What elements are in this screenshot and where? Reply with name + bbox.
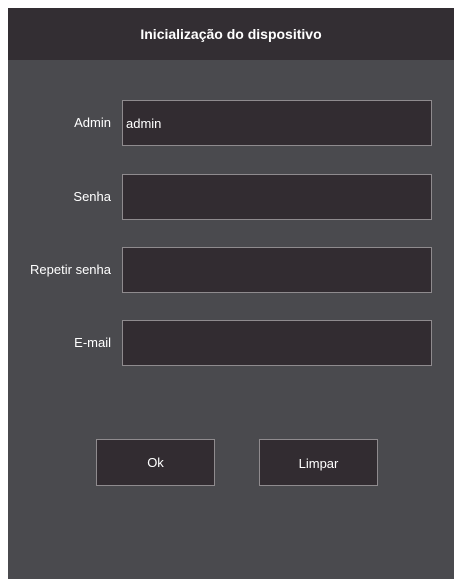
email-row: E-mail [8, 320, 454, 366]
password-label: Senha [73, 189, 111, 204]
admin-row: Admin [8, 100, 454, 146]
email-label: E-mail [74, 335, 111, 350]
repeat-password-label: Repetir senha [30, 262, 111, 277]
clear-button[interactable]: Limpar [259, 439, 378, 486]
admin-input[interactable] [122, 100, 432, 146]
dialog-title: Inicialização do dispositivo [140, 26, 322, 42]
password-row: Senha [8, 174, 454, 220]
ok-button[interactable]: Ok [96, 439, 215, 486]
email-input[interactable] [122, 320, 432, 366]
password-input[interactable] [122, 174, 432, 220]
dialog-title-bar: Inicialização do dispositivo [8, 8, 454, 60]
repeat-password-row: Repetir senha [8, 247, 454, 293]
clear-button-label: Limpar [298, 456, 339, 471]
ok-button-label: Ok [147, 455, 164, 470]
repeat-password-input[interactable] [122, 247, 432, 293]
admin-label: Admin [74, 115, 111, 130]
device-init-dialog: Inicialização do dispositivo Admin Senha… [8, 8, 454, 579]
